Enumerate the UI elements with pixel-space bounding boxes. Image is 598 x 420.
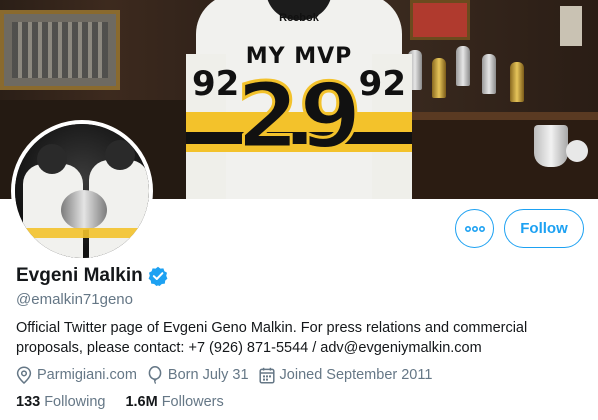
following-count: 133 xyxy=(16,394,41,410)
follow-button[interactable]: Follow xyxy=(504,209,584,248)
location-pin-icon xyxy=(16,366,32,384)
birthday-text: Born July 31 xyxy=(167,367,249,383)
jersey-brand: Reebok xyxy=(279,12,319,24)
trophy xyxy=(432,58,446,98)
joined-item: Joined September 2011 xyxy=(258,367,433,384)
following-link[interactable]: 133 Following xyxy=(16,394,105,410)
avatar-stripe xyxy=(15,228,149,238)
jersey: Reebok MY MVP 29 92 92 xyxy=(186,0,412,199)
birthday-item: Born July 31 xyxy=(147,366,249,384)
followers-link[interactable]: 1.6M Followers xyxy=(125,394,223,410)
display-name-row: Evgeni Malkin xyxy=(16,265,168,287)
picture-frame xyxy=(560,6,582,46)
avatar-head xyxy=(105,140,135,170)
picture-frame xyxy=(410,0,470,40)
profile-bio: Official Twitter page of Evgeni Geno Mal… xyxy=(16,320,528,356)
avatar[interactable] xyxy=(11,120,153,262)
team-photo-frame xyxy=(0,10,120,90)
shelf xyxy=(390,112,598,120)
location-item: Parmigiani.com xyxy=(16,366,137,384)
profile-meta: Parmigiani.com Born July 31 Joined Septe… xyxy=(16,366,442,384)
location-link[interactable]: Parmigiani.com xyxy=(37,367,137,383)
following-label: Following xyxy=(44,394,106,410)
crystal-vase xyxy=(534,125,568,167)
profile-stats: 133 Following 1.6M Followers xyxy=(16,394,244,410)
trophy xyxy=(510,62,524,102)
trophy xyxy=(456,46,470,86)
stanley-cup xyxy=(61,190,107,230)
calendar-icon xyxy=(258,367,275,384)
sleeve-number-right: 92 xyxy=(358,64,406,104)
more-options-button[interactable] xyxy=(455,209,494,248)
followers-count: 1.6M xyxy=(125,394,158,410)
user-handle: @emalkin71geno xyxy=(16,291,133,308)
more-dots-icon xyxy=(464,225,485,232)
hockey-ball xyxy=(566,140,588,162)
verified-badge-icon xyxy=(148,266,168,286)
followers-label: Followers xyxy=(161,394,224,410)
trophy xyxy=(482,54,496,94)
sleeve-number-left: 92 xyxy=(192,64,240,104)
avatar-head xyxy=(37,144,67,174)
balloon-icon xyxy=(148,366,162,384)
display-name: Evgeni Malkin xyxy=(16,265,143,286)
joined-text: Joined September 2011 xyxy=(279,367,433,383)
